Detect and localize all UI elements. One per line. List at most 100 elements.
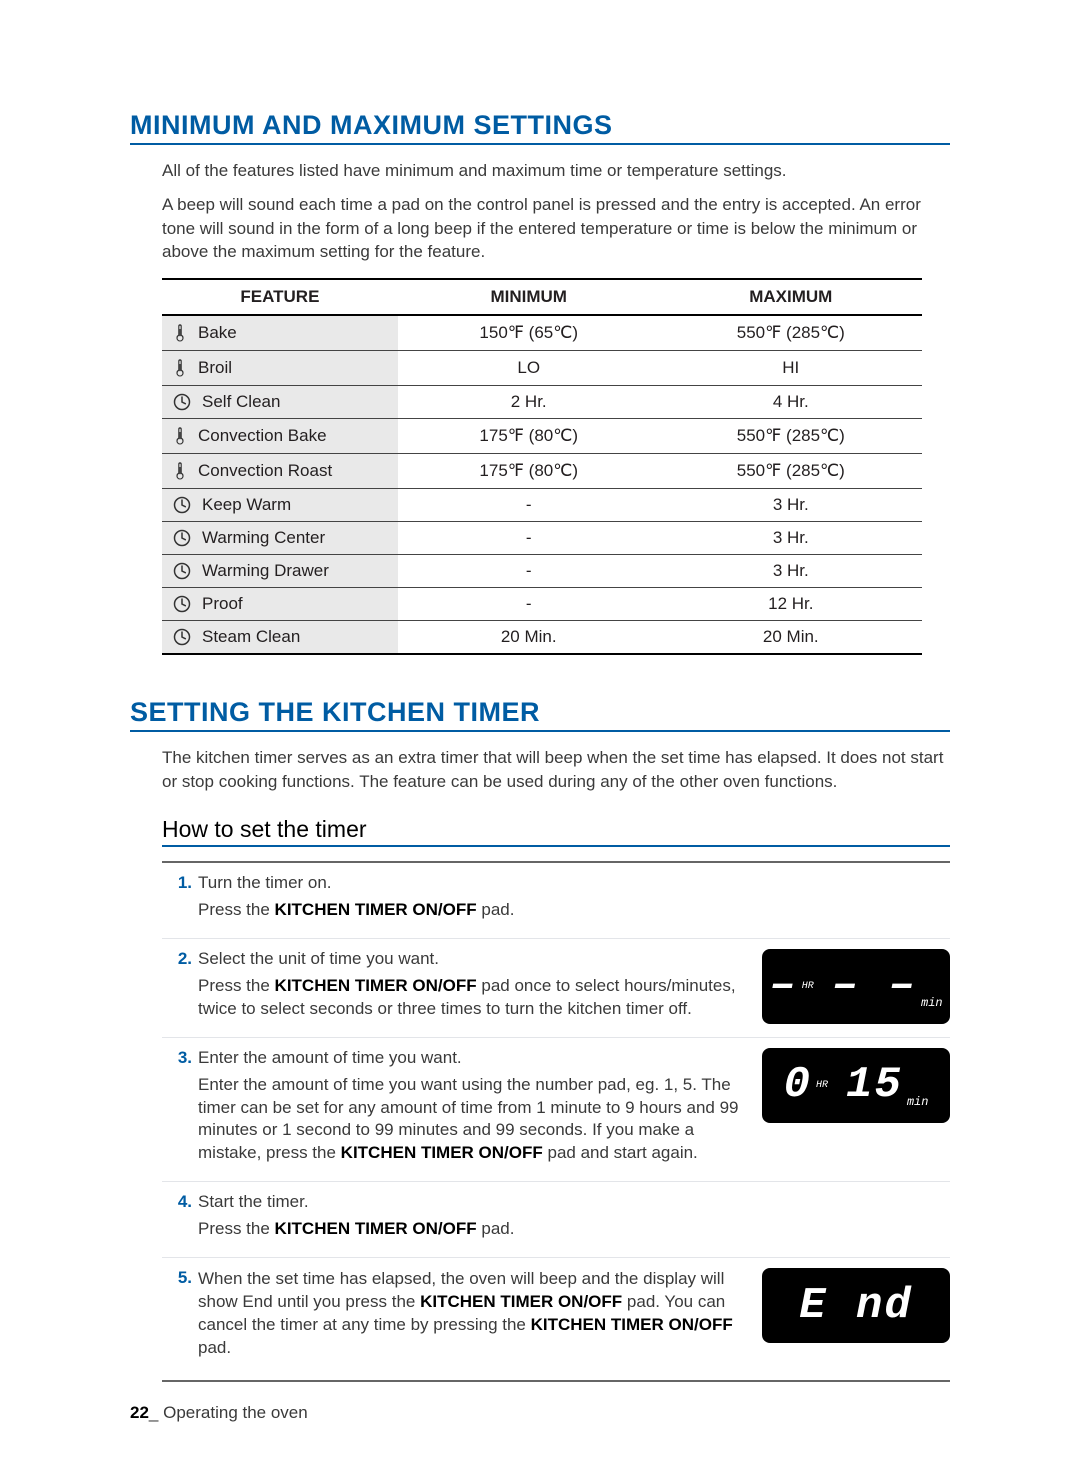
feature-cell: Convection Bake (162, 419, 398, 454)
step-number: 1. (162, 873, 198, 893)
oven-display-panel: 0 HR 15 min (762, 1048, 950, 1123)
intro-p2: A beep will sound each time a pad on the… (162, 193, 950, 264)
feature-cell: Steam Clean (162, 621, 398, 655)
max-cell: 550℉ (285℃) (660, 419, 922, 454)
step-number: 3. (162, 1048, 198, 1068)
feature-label: Bake (198, 323, 237, 343)
feature-cell: Self Clean (162, 386, 398, 419)
step-number: 4. (162, 1192, 198, 1212)
heading-minmax: MINIMUM AND MAXIMUM SETTINGS (130, 110, 950, 145)
pad-name: KITCHEN TIMER ON/OFF (420, 1292, 622, 1311)
step-item: 4.Start the timer. Press the KITCHEN TIME… (162, 1181, 950, 1257)
th-min: MINIMUM (398, 279, 660, 315)
table-row: Keep Warm -3 Hr. (162, 489, 922, 522)
display-min-label: min (921, 996, 943, 1010)
thermometer-icon (172, 460, 188, 482)
feature-label: Keep Warm (202, 495, 291, 515)
display-min-label: min (907, 1095, 929, 1109)
steps-list: 1.Turn the timer on. Press the KITCHEN TI… (162, 861, 950, 1382)
step-item: 3.Enter the amount of time you want.Ente… (162, 1037, 950, 1182)
step-detail: Press the KITCHEN TIMER ON/OFF pad. (198, 1218, 936, 1241)
step-title: Select the unit of time you want. (198, 949, 748, 969)
footer-sep: _ (149, 1403, 158, 1422)
oven-display-panel: –HR – – min (762, 949, 950, 1024)
step-body: Select the unit of time you want. Press t… (198, 949, 762, 1027)
step-detail: When the set time has elapsed, the oven … (198, 1268, 748, 1360)
max-cell: 3 Hr. (660, 489, 922, 522)
clock-icon (172, 594, 192, 614)
min-cell: LO (398, 351, 660, 386)
step-detail: Press the KITCHEN TIMER ON/OFF pad once … (198, 975, 748, 1021)
min-cell: - (398, 522, 660, 555)
display-min: 15 (846, 1060, 903, 1110)
display-min: – – (832, 961, 917, 1011)
min-cell: 150℉ (65℃) (398, 315, 660, 351)
step-title: Enter the amount of time you want. (198, 1048, 748, 1068)
pad-name: KITCHEN TIMER ON/OFF (531, 1315, 733, 1334)
heading-kitchen-timer: SETTING THE KITCHEN TIMER (130, 697, 950, 732)
step-item: 1.Turn the timer on.Press the KITCHEN TI… (162, 861, 950, 938)
feature-label: Broil (198, 358, 232, 378)
thermometer-icon (172, 357, 188, 379)
pad-name: KITCHEN TIMER ON/OFF (275, 1219, 477, 1238)
max-cell: 20 Min. (660, 621, 922, 655)
step-item: 2.Select the unit of time you want.Press… (162, 938, 950, 1037)
feature-label: Convection Bake (198, 426, 327, 446)
feature-label: Warming Drawer (202, 561, 329, 581)
min-cell: 175℉ (80℃) (398, 419, 660, 454)
max-cell: HI (660, 351, 922, 386)
th-feature: FEATURE (162, 279, 398, 315)
min-cell: 20 Min. (398, 621, 660, 655)
display-hr-label: HR (802, 981, 814, 992)
feature-cell: Keep Warm (162, 489, 398, 522)
feature-label: Steam Clean (202, 627, 300, 647)
feature-cell: Warming Center (162, 522, 398, 555)
intro-p1: All of the features listed have minimum … (162, 159, 950, 183)
min-cell: 2 Hr. (398, 386, 660, 419)
feature-label: Warming Center (202, 528, 325, 548)
step-body: Start the timer. Press the KITCHEN TIMER … (198, 1192, 950, 1247)
table-row: Self Clean 2 Hr.4 Hr. (162, 386, 922, 419)
pad-name: KITCHEN TIMER ON/OFF (341, 1143, 543, 1162)
timer-intro: The kitchen timer serves as an extra tim… (162, 746, 950, 794)
step-title: Turn the timer on. (198, 873, 936, 893)
max-cell: 4 Hr. (660, 386, 922, 419)
feature-cell: Proof (162, 588, 398, 621)
page-footer: 22_ Operating the oven (130, 1403, 308, 1423)
feature-cell: Convection Roast (162, 454, 398, 489)
min-cell: 175℉ (80℃) (398, 454, 660, 489)
max-cell: 3 Hr. (660, 555, 922, 588)
table-row: Steam Clean 20 Min.20 Min. (162, 621, 922, 655)
table-row: Proof-12 Hr. (162, 588, 922, 621)
display-hr: 0 (784, 1060, 812, 1110)
thermometer-icon (172, 322, 188, 344)
max-cell: 550℉ (285℃) (660, 454, 922, 489)
display-hr: – (769, 961, 797, 1011)
step-title: Start the timer. (198, 1192, 936, 1212)
max-cell: 3 Hr. (660, 522, 922, 555)
display-end: E nd (799, 1281, 913, 1331)
feature-label: Proof (202, 594, 243, 614)
min-cell: - (398, 555, 660, 588)
table-row: Broil LOHI (162, 351, 922, 386)
clock-icon (172, 561, 192, 581)
oven-display-panel: E nd (762, 1268, 950, 1343)
th-max: MAXIMUM (660, 279, 922, 315)
display-hr-label: HR (816, 1080, 828, 1091)
step-detail: Enter the amount of time you want using … (198, 1074, 748, 1166)
feature-label: Self Clean (202, 392, 280, 412)
thermometer-icon (172, 425, 188, 447)
pad-name: KITCHEN TIMER ON/OFF (275, 900, 477, 919)
feature-cell: Broil (162, 351, 398, 386)
table-row: Bake 150℉ (65℃)550℉ (285℃) (162, 315, 922, 351)
page-number: 22 (130, 1403, 149, 1422)
feature-cell: Warming Drawer (162, 555, 398, 588)
step-body: Enter the amount of time you want. Enter … (198, 1048, 762, 1172)
max-cell: 550℉ (285℃) (660, 315, 922, 351)
max-cell: 12 Hr. (660, 588, 922, 621)
table-row: Warming Center -3 Hr. (162, 522, 922, 555)
intro-block: All of the features listed have minimum … (162, 159, 950, 264)
heading-how-to-set: How to set the timer (162, 816, 950, 847)
step-body: When the set time has elapsed, the oven … (198, 1268, 762, 1366)
min-cell: - (398, 489, 660, 522)
